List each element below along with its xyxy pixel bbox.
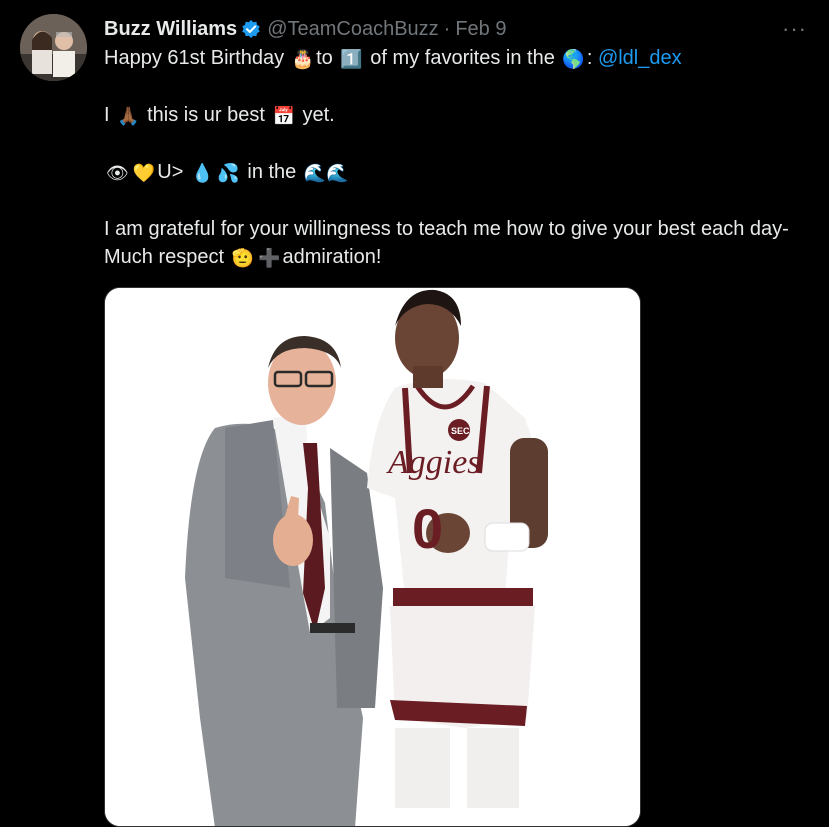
tweet-line-1: Happy 61st Birthday 🎂 to 1️⃣ of my favori… bbox=[104, 44, 804, 73]
eye-icon: 👁 bbox=[106, 163, 129, 183]
more-options-icon[interactable]: ··· bbox=[782, 16, 807, 42]
calendar-icon: 📅 bbox=[272, 106, 295, 126]
tweet-text: Happy 61st Birthday 🎂 to 1️⃣ of my favori… bbox=[104, 44, 804, 300]
tweet-line-3: 👁 💛 U> 💧 💦 in the 🌊🌊 bbox=[104, 158, 804, 187]
author-name[interactable]: Buzz Williams bbox=[104, 18, 237, 41]
saluting-face-icon: 🫡 bbox=[231, 248, 255, 268]
author-handle[interactable]: @TeamCoachBuzz bbox=[267, 18, 438, 41]
jersey-number: 0 bbox=[412, 497, 443, 560]
plus-icon: ➕ bbox=[258, 248, 281, 268]
tweet-header: Buzz Williams @TeamCoachBuzz · Feb 9 bbox=[104, 16, 507, 42]
line2-mid: this is ur best bbox=[141, 104, 271, 126]
author-avatar[interactable] bbox=[20, 14, 87, 81]
praying-hands-icon: 🙏🏾 bbox=[117, 106, 140, 126]
line2-pre: I bbox=[104, 104, 116, 126]
tweet-line-2: I 🙏🏾 this is ur best 📅 yet. bbox=[104, 101, 804, 130]
line2-post: yet. bbox=[296, 104, 335, 126]
line3-mid: in the bbox=[241, 161, 302, 183]
cake-icon: 🎂 bbox=[291, 49, 315, 69]
sweat-droplets-icon: 💦 bbox=[217, 163, 240, 183]
line3-text: U> bbox=[157, 161, 189, 183]
line1-to: to bbox=[316, 47, 339, 69]
header-separator: · bbox=[443, 17, 451, 40]
tweet-date[interactable]: Feb 9 bbox=[455, 18, 506, 41]
sec-logo-text: SEC bbox=[451, 426, 470, 436]
verified-badge-icon bbox=[241, 19, 261, 39]
keycap-one-icon: 1️⃣ bbox=[340, 49, 363, 69]
water-wave-icon: 🌊🌊 bbox=[303, 163, 349, 183]
line1-pre: Happy 61st Birthday bbox=[104, 47, 290, 69]
line1-colon: : bbox=[586, 47, 598, 69]
yellow-heart-icon: 💛 bbox=[132, 163, 156, 183]
tweet-line-4: I am grateful for your willingness to te… bbox=[104, 215, 804, 272]
mention-link[interactable]: @ldl_dex bbox=[598, 47, 682, 69]
jersey-text: Aggies bbox=[386, 444, 481, 481]
droplet-icon: 💧 bbox=[190, 163, 214, 183]
line1-mid: of my favorites in the bbox=[364, 47, 561, 69]
line4-pre: I am grateful for your willingness to te… bbox=[104, 218, 789, 268]
globe-icon: 🌎 bbox=[562, 49, 585, 69]
line4-post: admiration! bbox=[282, 246, 382, 268]
tweet-photo[interactable]: Aggies 0 SEC bbox=[104, 287, 641, 827]
